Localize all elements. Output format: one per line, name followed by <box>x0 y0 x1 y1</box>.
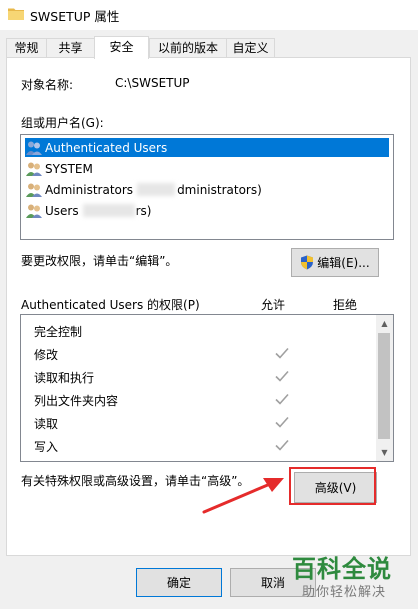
scroll-down-icon[interactable]: ▼ <box>376 444 393 461</box>
deny-header: 拒绝 <box>333 298 358 312</box>
list-item-administrators[interactable]: Administrators dministrators) <box>25 180 389 199</box>
tab-strip: 常规 共享 安全 以前的版本 自定义 <box>6 36 412 59</box>
window-title: SWSETUP 属性 <box>30 9 120 24</box>
redacted-text <box>82 204 135 217</box>
user-name-prefix: Users <box>45 203 79 218</box>
check-icon <box>275 439 289 451</box>
edit-button[interactable]: 编辑(E)... <box>291 248 379 277</box>
watermark: 百科全说 助你轻松解决 <box>282 548 418 609</box>
ok-button[interactable]: 确定 <box>136 568 222 597</box>
perm-row-write: 写入 <box>34 435 374 457</box>
list-item-system[interactable]: SYSTEM <box>25 159 389 178</box>
perm-row-modify: 修改 <box>34 343 374 365</box>
object-name-label: 对象名称: <box>21 78 74 92</box>
perm-name: 完全控制 <box>34 325 83 339</box>
users-icon <box>26 204 42 218</box>
perm-name: 写入 <box>34 440 59 454</box>
permissions-title: Authenticated Users 的权限(P) <box>21 298 200 312</box>
perm-row-read-execute: 读取和执行 <box>34 366 374 388</box>
users-icon <box>26 141 42 155</box>
perm-row-full-control: 完全控制 <box>34 320 374 342</box>
user-list[interactable]: Authenticated Users SYSTEM Administrator… <box>20 134 394 240</box>
perm-name: 列出文件夹内容 <box>34 394 119 408</box>
allow-header: 允许 <box>261 298 286 312</box>
tab-sharing[interactable]: 共享 <box>46 38 95 58</box>
perm-row-list-folder: 列出文件夹内容 <box>34 389 374 411</box>
tab-customize[interactable]: 自定义 <box>226 38 275 58</box>
highlight-box <box>289 467 376 505</box>
list-item-users[interactable]: Users rs) <box>25 201 389 220</box>
red-arrow-icon <box>202 478 284 514</box>
group-label: 组或用户名(G): <box>21 116 104 130</box>
perm-name: 修改 <box>34 348 59 362</box>
tab-label: 自定义 <box>232 41 269 55</box>
user-name-suffix: rs) <box>135 203 152 218</box>
permissions-scrollbar[interactable]: ▲ ▼ <box>376 315 393 461</box>
tab-security[interactable]: 安全 <box>94 36 149 59</box>
perm-name: 读取和执行 <box>34 371 95 385</box>
list-item-authenticated-users[interactable]: Authenticated Users <box>25 138 389 157</box>
ok-button-label: 确定 <box>166 576 191 590</box>
scroll-thumb[interactable] <box>378 333 390 439</box>
watermark-title: 百科全说 <box>292 555 392 583</box>
tab-label: 以前的版本 <box>157 41 218 55</box>
user-name-prefix: Administrators <box>45 182 134 197</box>
users-icon <box>26 162 42 176</box>
users-icon <box>26 183 42 197</box>
edit-button-label: 编辑(E)... <box>317 256 370 270</box>
check-icon <box>275 416 289 428</box>
permissions-list[interactable]: 完全控制 修改 读取和执行 列出文件夹内容 读取 写入 ▲ ▼ <box>20 314 394 462</box>
perm-row-read: 读取 <box>34 412 374 434</box>
check-icon <box>275 393 289 405</box>
tab-label: 共享 <box>58 41 83 55</box>
perm-name: 读取 <box>34 417 59 431</box>
object-name-value: C:\SWSETUP <box>115 76 190 90</box>
scroll-up-icon[interactable]: ▲ <box>376 315 393 332</box>
user-name: Authenticated Users <box>45 140 168 155</box>
tab-previous-versions[interactable]: 以前的版本 <box>149 38 227 58</box>
title-bar: SWSETUP 属性 <box>0 0 418 30</box>
tab-label: 安全 <box>109 40 134 54</box>
user-name-suffix: dministrators) <box>177 182 262 197</box>
check-icon <box>275 370 289 382</box>
shield-icon <box>301 255 314 270</box>
user-name: SYSTEM <box>45 161 93 176</box>
folder-icon <box>8 8 24 20</box>
watermark-subtitle: 助你轻松解决 <box>302 585 387 600</box>
check-icon <box>275 347 289 359</box>
tab-general[interactable]: 常规 <box>6 38 47 58</box>
edit-hint: 要更改权限，请单击“编辑”。 <box>21 254 178 268</box>
tab-label: 常规 <box>14 41 39 55</box>
redacted-text <box>137 183 176 196</box>
